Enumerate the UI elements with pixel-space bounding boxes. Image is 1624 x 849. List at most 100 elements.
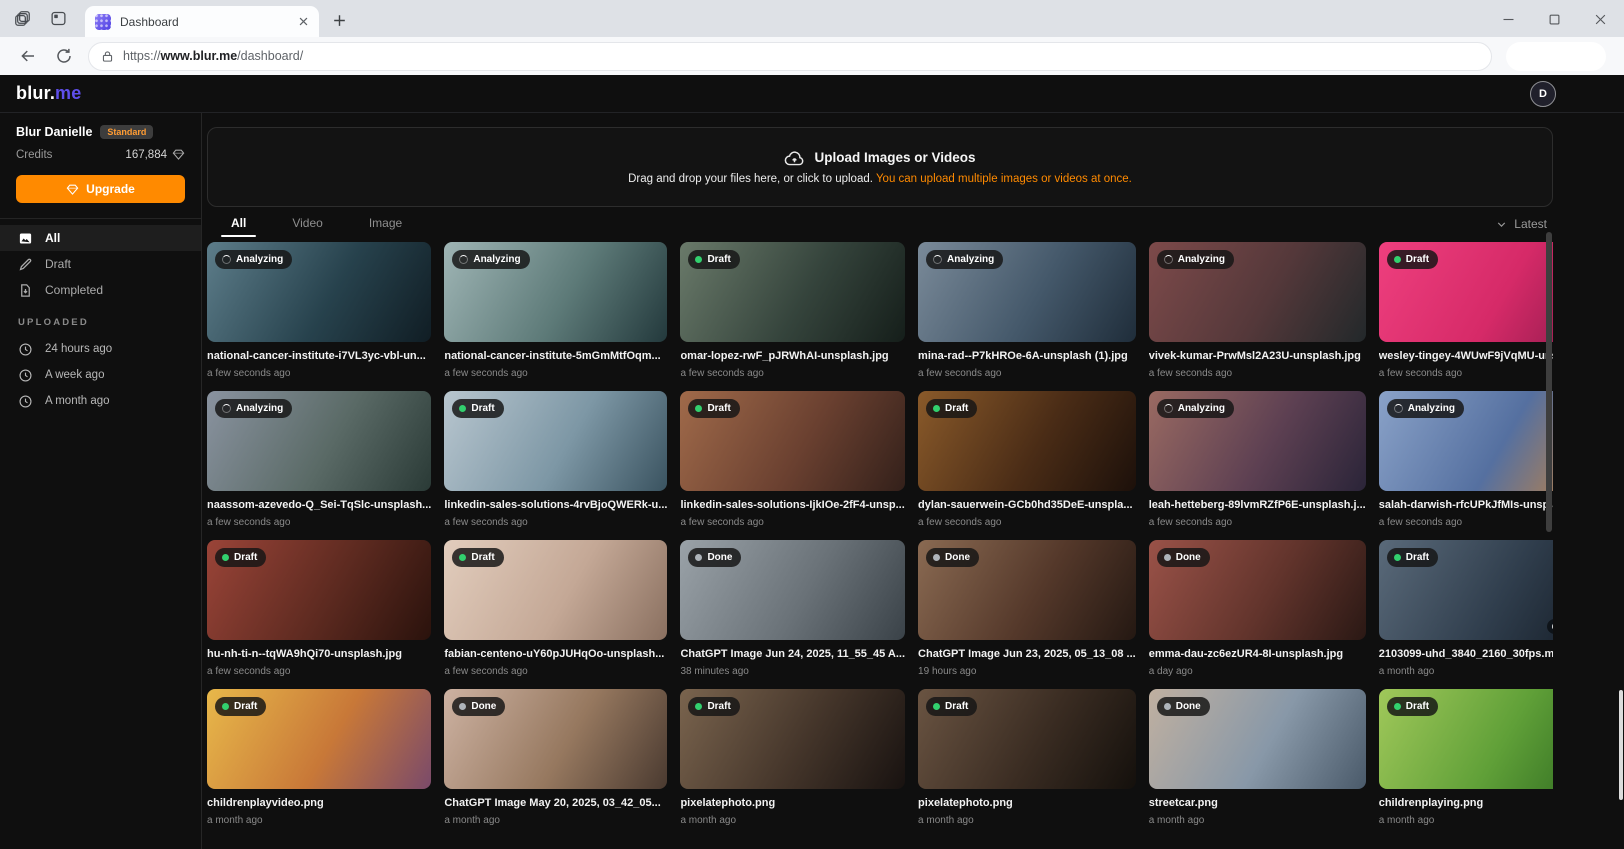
- tab-actions-icon[interactable]: [50, 10, 67, 27]
- status-label: Draft: [1406, 552, 1429, 563]
- media-card[interactable]: Analyzingnational-cancer-institute-i7VL3…: [207, 242, 431, 391]
- media-thumbnail: Analyzing: [918, 242, 1136, 342]
- media-card[interactable]: Draftpixelatephoto.pnga month ago: [918, 689, 1136, 838]
- close-icon[interactable]: [1593, 12, 1608, 27]
- media-card[interactable]: Doneemma-dau-zc6ezUR4-8I-unsplash.jpga d…: [1149, 540, 1366, 689]
- refresh-icon[interactable]: [55, 47, 73, 65]
- status-badge: Draft: [1387, 250, 1438, 269]
- uploaded-filter-item[interactable]: A month ago: [0, 388, 201, 414]
- media-card[interactable]: Draftfabian-centeno-uY60pJUHqOo-unsplash…: [444, 540, 667, 689]
- media-card[interactable]: Analyzingvivek-kumar-PrwMsl2A23U-unsplas…: [1149, 242, 1366, 391]
- media-card[interactable]: Analyzingleah-hetteberg-89lvmRZfP6E-unsp…: [1149, 391, 1366, 540]
- media-thumbnail: Analyzing: [1149, 391, 1366, 491]
- media-thumbnail: Done: [918, 540, 1136, 640]
- sidebar-item-label: Draft: [45, 257, 71, 271]
- media-thumbnail: Analyzing: [444, 242, 667, 342]
- gallery-icon: [18, 231, 33, 246]
- media-timestamp: a few seconds ago: [680, 517, 905, 540]
- status-dot: [1394, 256, 1401, 263]
- media-timestamp: a month ago: [1379, 815, 1553, 838]
- media-card[interactable]: Drafthu-nh-ti-n--tqWA9hQi70-unsplash.jpg…: [207, 540, 431, 689]
- media-filename: ChatGPT Image May 20, 2025, 03_42_05...: [444, 797, 667, 810]
- maximize-icon[interactable]: [1547, 12, 1562, 27]
- tab-all[interactable]: All: [221, 216, 256, 237]
- media-card[interactable]: Analyzingmina-rad--P7kHROe-6A-unsplash (…: [918, 242, 1136, 391]
- chevron-down-icon: [1495, 218, 1508, 231]
- media-card[interactable]: Draftwesley-tingey-4WUwF9jVqMU-unsplash.…: [1379, 242, 1553, 391]
- media-thumbnail: Analyzing: [207, 391, 431, 491]
- media-card[interactable]: Draft01:002103099-uhd_3840_2160_30fps.mp…: [1379, 540, 1553, 689]
- media-filename: vivek-kumar-PrwMsl2A23U-unsplash.jpg: [1149, 350, 1366, 363]
- avatar[interactable]: D: [1530, 81, 1556, 107]
- status-badge: Analyzing: [452, 250, 529, 269]
- browser-tab-dashboard[interactable]: Dashboard: [85, 6, 319, 37]
- media-card[interactable]: DoneChatGPT Image May 20, 2025, 03_42_05…: [444, 689, 667, 838]
- media-timestamp: a few seconds ago: [1149, 517, 1366, 540]
- tab-video[interactable]: Video: [282, 216, 332, 237]
- status-label: Draft: [1406, 254, 1429, 265]
- media-card[interactable]: Draftchildrenplaying.pnga month ago: [1379, 689, 1553, 838]
- sort-dropdown[interactable]: Latest: [1495, 217, 1553, 237]
- status-label: Analyzing: [947, 254, 994, 265]
- uploaded-filter-label: A month ago: [45, 395, 110, 407]
- status-dot: [1164, 554, 1171, 561]
- media-card[interactable]: Analyzing national-cancer-institute-5mGmM…: [444, 242, 667, 391]
- media-timestamp: a few seconds ago: [1379, 517, 1553, 540]
- media-card[interactable]: DoneChatGPT Image Jun 24, 2025, 11_55_45…: [680, 540, 905, 689]
- status-dot: [695, 405, 702, 412]
- media-timestamp: a few seconds ago: [918, 517, 1136, 540]
- address-bar[interactable]: https://www.blur.me/dashboard/: [88, 42, 1492, 71]
- tab-image[interactable]: Image: [359, 216, 412, 237]
- media-timestamp: a month ago: [1149, 815, 1366, 838]
- uploaded-filter-label: 24 hours ago: [45, 343, 112, 355]
- blur-me-logo[interactable]: blur.me: [16, 83, 81, 104]
- sidebar-item-label: All: [45, 231, 60, 245]
- sidebar-item-all[interactable]: All: [0, 225, 201, 251]
- lock-icon[interactable]: [101, 50, 114, 63]
- status-badge: Draft: [926, 697, 977, 716]
- workspaces-icon[interactable]: [14, 10, 31, 27]
- pencil-icon: [18, 257, 33, 272]
- media-card[interactable]: DoneChatGPT Image Jun 23, 2025, 05_13_08…: [918, 540, 1136, 689]
- upload-title: Upload Images or Videos: [814, 150, 975, 165]
- upload-dropzone[interactable]: Upload Images or Videos Drag and drop yo…: [207, 127, 1553, 207]
- status-label: Done: [1176, 552, 1201, 563]
- media-card[interactable]: Draftomar-lopez-rwF_pJRWhAI-unsplash.jpg…: [680, 242, 905, 391]
- media-timestamp: a few seconds ago: [207, 517, 431, 540]
- uploaded-filter-item[interactable]: 24 hours ago: [0, 336, 201, 362]
- sidebar-item-draft[interactable]: Draft: [0, 251, 201, 277]
- filter-tabs: All Video Image: [207, 216, 412, 237]
- media-card[interactable]: Draftpixelatephoto.pnga month ago: [680, 689, 905, 838]
- media-thumbnail: Draft: [1379, 242, 1553, 342]
- sidebar-item-label: Completed: [45, 283, 103, 297]
- status-dot: [695, 256, 702, 263]
- status-badge: Draft: [1387, 548, 1438, 567]
- media-card[interactable]: Draftlinkedin-sales-solutions-IjkIOe-2fF…: [680, 391, 905, 540]
- content-scrollbar[interactable]: [1546, 232, 1552, 532]
- media-filename: national-cancer-institute-5mGmMtfOqm...: [444, 350, 667, 363]
- uploaded-filter-item[interactable]: A week ago: [0, 362, 201, 388]
- minimize-icon[interactable]: [1501, 12, 1516, 27]
- status-dot: [1164, 703, 1171, 710]
- media-filename: pixelatephoto.png: [918, 797, 1136, 810]
- media-card[interactable]: Analyzingsalah-darwish-rfcUPkJfMIs-unspl…: [1379, 391, 1553, 540]
- media-card[interactable]: Draftdylan-sauerwein-GCb0hd35DeE-unspla.…: [918, 391, 1136, 540]
- media-card[interactable]: Draftlinkedin-sales-solutions-4rvBjoQWER…: [444, 391, 667, 540]
- status-label: Draft: [234, 701, 257, 712]
- toolbar-side-pill[interactable]: [1506, 42, 1606, 71]
- sidebar-item-completed[interactable]: Completed: [0, 277, 201, 303]
- tab-close-icon[interactable]: [296, 14, 311, 29]
- browser-scrollbar[interactable]: [1619, 690, 1623, 800]
- media-thumbnail: Draft: [1379, 689, 1553, 789]
- new-tab-icon[interactable]: [331, 12, 348, 29]
- status-badge: Done: [1157, 548, 1210, 567]
- status-dot: [933, 405, 940, 412]
- media-card[interactable]: Draftchildrenplayvideo.pnga month ago: [207, 689, 431, 838]
- upgrade-button[interactable]: Upgrade: [16, 175, 185, 203]
- status-label: Draft: [707, 403, 730, 414]
- main-content: Upload Images or Videos Drag and drop yo…: [202, 113, 1553, 849]
- back-icon[interactable]: [19, 47, 37, 65]
- media-card[interactable]: Donestreetcar.pnga month ago: [1149, 689, 1366, 838]
- status-badge: Draft: [452, 399, 503, 418]
- media-card[interactable]: Analyzingnaassom-azevedo-Q_Sei-TqSlc-uns…: [207, 391, 431, 540]
